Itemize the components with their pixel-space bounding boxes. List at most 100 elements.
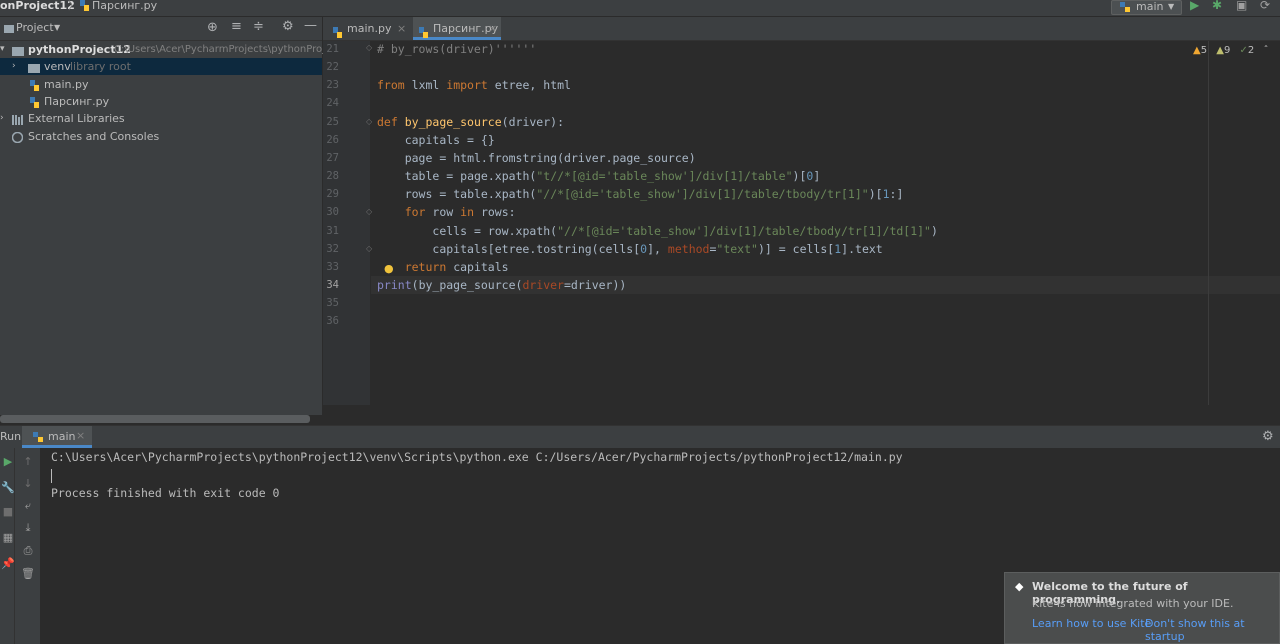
tree-item-venv[interactable]: › venv library root: [0, 58, 322, 75]
fold-marker-icon[interactable]: ◇: [366, 117, 372, 126]
gear-icon[interactable]: ⚙: [1262, 429, 1274, 444]
line-number: 30: [326, 206, 339, 218]
chevron-down-icon[interactable]: ▼: [54, 23, 60, 32]
console-line: C:\Users\Acer\PycharmProjects\pythonProj…: [51, 450, 903, 464]
line-number: 29: [326, 188, 339, 200]
line-number: 26: [326, 134, 339, 146]
python-icon: [33, 431, 43, 445]
typo-count: 2: [1247, 45, 1255, 56]
run-configuration-select[interactable]: main ▼: [1111, 0, 1182, 15]
tree-item-label: Scratches and Consoles: [28, 130, 160, 143]
run-tab-label: main: [48, 430, 76, 443]
code-line: table = page.xpath("t//*[@id='table_show…: [404, 169, 821, 183]
weak-warning-icon: ▲: [1216, 45, 1224, 56]
breadcrumb-separator: 〉: [68, 0, 79, 12]
code-line: def by_page_source(driver):: [377, 115, 565, 129]
code-line: for row in rows:: [404, 205, 516, 219]
line-number: 33: [326, 261, 339, 273]
line-number: 32: [326, 243, 339, 255]
tab-main-py[interactable]: main.py ×: [329, 17, 411, 40]
line-number: 27: [326, 152, 339, 164]
code-line: capitals[etree.tostring(cells[0], method…: [432, 242, 883, 256]
line-number: 25: [326, 116, 339, 128]
project-panel-title[interactable]: Project: [16, 21, 54, 34]
close-icon[interactable]: ×: [76, 429, 85, 442]
tree-item-main-py[interactable]: main.py: [0, 76, 322, 93]
run-config-label: main: [1136, 0, 1164, 13]
python-icon: [1120, 2, 1130, 15]
code-line: from lxml import etree, html: [377, 78, 571, 92]
right-margin-guide: [1208, 41, 1209, 405]
tab-parsing-py[interactable]: Парсинг.py ×: [413, 17, 501, 40]
tree-item-parsing-py[interactable]: Парсинг.py: [0, 93, 322, 110]
tree-item-external-libraries[interactable]: › External Libraries: [0, 110, 322, 127]
coverage-icon[interactable]: ▣: [1236, 0, 1247, 11]
run-panel-header: Run: main × ⚙: [0, 425, 1280, 449]
fold-marker-icon[interactable]: ◇: [366, 244, 372, 253]
scroll-to-end-icon[interactable]: ⤓: [20, 520, 36, 536]
chevron-up-icon[interactable]: ˆ: [1263, 45, 1268, 56]
breadcrumb-project[interactable]: onProject12: [0, 0, 75, 12]
learn-kite-link[interactable]: Learn how to use Kite: [1032, 617, 1151, 630]
python-file-icon: [80, 0, 90, 14]
console-line: Process finished with exit code 0: [51, 486, 280, 500]
close-icon[interactable]: ×: [397, 17, 406, 40]
down-arrow-icon[interactable]: ↓: [20, 476, 36, 492]
toolbar-divider: [14, 448, 15, 644]
tree-item-path: C:\Users\Acer\PycharmProjects\pythonProj…: [114, 44, 341, 55]
typo-icon: ✓: [1239, 45, 1248, 56]
folder-icon: [4, 22, 14, 36]
up-arrow-icon[interactable]: ↑: [20, 454, 36, 470]
soft-wrap-icon[interactable]: ⤶: [20, 498, 36, 514]
chevron-down-icon: ▼: [1168, 2, 1175, 11]
locate-icon[interactable]: ⊕: [207, 20, 218, 35]
line-number: 23: [326, 79, 339, 91]
line-number: 35: [326, 297, 339, 309]
code-line: print(by_page_source(driver=driver)): [377, 278, 627, 292]
hide-panel-icon[interactable]: —: [304, 18, 317, 33]
tree-item-label: main.py: [44, 78, 89, 91]
code-line: rows = table.xpath("//*[@id='table_show'…: [404, 187, 904, 201]
tree-item-hint: library root: [70, 60, 131, 73]
tree-item-project-root[interactable]: ▾ pythonProject12 C:\Users\Acer\PycharmP…: [0, 41, 340, 58]
chevron-down-icon[interactable]: ▾: [0, 41, 5, 58]
debug-icon[interactable]: ✱: [1212, 0, 1222, 11]
navigation-bar: onProject12 〉 Парсинг.py main ▼ ▶ ✱ ▣ ⟳: [0, 0, 1280, 17]
fold-marker-icon[interactable]: ◇: [366, 207, 372, 216]
run-icon[interactable]: ▶: [1190, 0, 1199, 11]
project-horizontal-scrollbar[interactable]: [0, 415, 310, 423]
dont-show-link[interactable]: Don't show this at startup: [1145, 617, 1279, 643]
tree-item-label: External Libraries: [28, 112, 125, 125]
code-line: page = html.fromstring(driver.page_sourc…: [404, 151, 696, 165]
line-number: 21: [326, 43, 339, 55]
line-number-current: 34: [326, 279, 339, 291]
line-number: 36: [326, 315, 339, 327]
collapse-all-icon[interactable]: ≑: [253, 19, 264, 34]
editor-tab-bar: main.py × Парсинг.py ×: [323, 17, 1280, 41]
gear-icon[interactable]: ⚙: [282, 19, 294, 34]
kite-notification: ◆ Welcome to the future of programming. …: [1004, 572, 1280, 644]
project-panel-header: Project ▼ ⊕ ≡ ≑ ⚙ —: [0, 17, 322, 41]
console-cursor: [51, 469, 52, 483]
breadcrumb-file[interactable]: Парсинг.py: [92, 0, 157, 12]
tree-item-label: Парсинг.py: [44, 95, 110, 108]
profile-icon[interactable]: ⟳: [1260, 0, 1270, 11]
warning-icon: ▲: [1193, 45, 1201, 56]
line-number: 28: [326, 170, 339, 182]
code-line: cells = row.xpath("//*[@id='table_show']…: [432, 224, 938, 238]
trash-icon[interactable]: 🗑: [20, 566, 36, 582]
close-icon[interactable]: ×: [488, 17, 497, 40]
print-icon[interactable]: ⎙: [20, 543, 36, 559]
tree-item-scratches[interactable]: Scratches and Consoles: [0, 128, 322, 145]
tab-run-main[interactable]: main ×: [22, 426, 92, 448]
chevron-right-icon[interactable]: ›: [12, 58, 16, 75]
scratches-icon: [11, 131, 24, 148]
code-line: # by_rows(driver)'''''': [377, 42, 537, 56]
chevron-right-icon[interactable]: ›: [0, 110, 4, 127]
fold-marker-icon[interactable]: ◇: [366, 43, 372, 52]
inspection-indicators[interactable]: ▲5 ▲9 ✓2 ˆ: [1193, 45, 1268, 56]
line-number: 22: [326, 61, 339, 73]
weak-warning-count: 9: [1223, 45, 1231, 56]
expand-all-icon[interactable]: ≡: [231, 19, 242, 34]
tab-label: main.py: [347, 22, 392, 35]
